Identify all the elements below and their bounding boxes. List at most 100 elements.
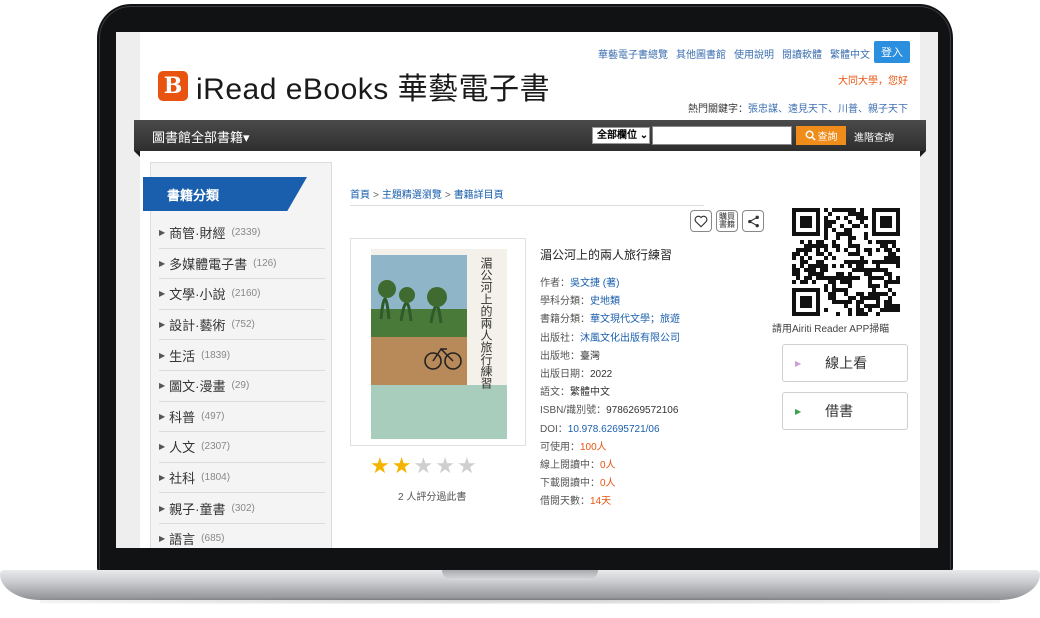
book-cover[interactable]: 湄公河上的兩人旅行練習 [371,249,507,439]
meta-value: 14天 [590,496,612,508]
meta-place: 出版地：臺灣 [540,347,680,365]
category-item[interactable]: ▶ 多媒體電子書 (126) [159,249,325,280]
hot-keywords-links[interactable]: 張忠謀、遠見天下、川普、親子天下 [748,104,908,115]
category-name: 科普 [169,409,196,425]
category-sidebar: 書籍分類 ▶ 商管·財經 (2339) ▶ 多媒體電子書 (126) ▶ 文學·小說 (2160… [143,162,332,548]
meta-label: 借閱天數： [540,496,590,508]
meta-loan-days: 借閱天數：14天 [540,492,680,510]
book-metadata: 作者：吳文捷 (著) 學科分類：史地類 書籍分類：華文現代文學；旅遊 出版社：沐… [540,274,680,510]
favorite-button[interactable] [690,210,712,232]
rating-count: 2 人評分過此書 [398,492,467,503]
meta-label: 學科分類： [540,296,590,308]
read-online-button[interactable]: ▶ 線上看 [782,344,908,382]
breadcrumb-theme[interactable]: 主題精選瀏覽 [382,190,442,201]
category-item[interactable]: ▶ 人文 (2307) [159,432,325,463]
category-link[interactable]: 華文現代文學；旅遊 [590,314,680,325]
search-button[interactable]: 查詢 [796,126,846,145]
top-link[interactable]: 其他圖書館 [676,46,726,61]
advanced-search-link[interactable]: 進階查詢 [854,129,894,144]
doi-link[interactable]: 10.978.62695721/06 [568,424,660,435]
category-header: 書籍分類 [143,177,307,211]
meta-value: 0人 [600,478,616,490]
meta-label: DOI： [540,423,568,435]
category-item[interactable]: ▶ 設計·藝術 (752) [159,310,325,341]
category-item[interactable]: ▶ 科普 (497) [159,402,325,433]
triangle-right-icon: ▶ [795,358,802,368]
category-count: (29) [231,380,250,392]
meta-value: 繁體中文 [570,387,610,399]
search-input[interactable] [652,126,792,145]
caret-right-icon: ▶ [159,442,166,452]
meta-label: 出版地： [540,350,580,362]
category-count: (685) [201,533,225,545]
category-item[interactable]: ▶ 文學·小說 (2160) [159,279,325,310]
meta-doi: DOI：10.978.62695721/06 [540,420,680,438]
triangle-right-icon: ▶ [795,406,802,416]
caret-right-icon: ▶ [159,320,166,330]
top-link[interactable]: 華藝電子書總覽 [598,46,668,61]
category-name: 文學·小說 [169,287,226,303]
meta-label: 下載閱讀中： [540,478,600,490]
star-icon[interactable]: ★ [392,456,412,478]
meta-value: 100人 [580,441,607,453]
publisher-link[interactable]: 沐風文化出版有限公司 [580,333,680,344]
university-greeting: 大同大學，您好 [838,76,908,87]
meta-label: 出版社： [540,332,580,344]
meta-download: 下載閱讀中：0人 [540,474,680,492]
caret-right-icon: ▶ [159,228,166,238]
breadcrumb-separator: > [444,190,451,201]
cover-title: 湄公河上的兩人旅行練習 [479,257,493,389]
book-actions: 購買 書籍 [690,210,764,232]
site-logo[interactable]: B iRead eBooks 華藝電子書 [158,64,550,108]
search-icon [805,130,816,141]
heart-icon [694,215,708,228]
breadcrumb-current: 書籍詳目頁 [453,190,504,201]
borrow-button[interactable]: ▶ 借書 [782,392,908,430]
category-name: 語言 [169,532,196,548]
caret-right-icon: ▶ [159,350,166,360]
subject-link[interactable]: 史地類 [590,296,620,307]
laptop-screen: B iRead eBooks 華藝電子書 華藝電子書總覽 其他圖書館 使用說明 閱讀軟… [116,32,938,548]
book-cover-frame: 湄公河上的兩人旅行練習 [350,238,526,446]
category-item[interactable]: ▶ 生活 (1839) [159,340,325,371]
meta-label: 書籍分類： [540,314,590,326]
caret-right-icon: ▶ [159,534,166,544]
category-count: (1839) [201,349,231,361]
category-count: (497) [201,410,225,422]
share-button[interactable] [742,210,764,232]
category-item[interactable]: ▶ 語言 (685) [159,524,325,548]
hot-keywords-label: 熱門關鍵字： [688,104,748,115]
meta-label: 作者： [540,278,570,289]
buy-book-button[interactable]: 購買 書籍 [716,210,738,232]
star-icon[interactable]: ★ [413,456,433,478]
meta-label: 線上閱讀中： [540,459,600,471]
caret-right-icon: ▶ [159,258,166,268]
caret-right-icon: ▶ [159,503,166,513]
category-name: 多媒體電子書 [169,256,248,272]
star-icon[interactable]: ★ [435,456,455,478]
star-icon[interactable]: ★ [457,456,477,478]
star-rating[interactable]: ★ ★ ★ ★ ★ [370,456,477,478]
login-button[interactable]: 登入 [874,41,910,63]
caret-right-icon: ▶ [159,473,166,483]
nav-bar: 圖書館全部書籍▾ 全部欄位 ⌄ 查詢 進階查詢 [134,120,926,157]
chevron-down-icon: ⌄ [639,130,649,141]
category-item[interactable]: ▶ 圖文·漫畫 (29) [159,371,325,402]
category-item[interactable]: ▶ 親子·童書 (302) [159,493,325,524]
star-icon[interactable]: ★ [370,456,390,478]
top-link[interactable]: 繁體中文 [830,46,870,61]
all-books-menu[interactable]: 圖書館全部書籍▾ [152,127,250,146]
caret-right-icon: ▶ [159,381,166,391]
category-item[interactable]: ▶ 社科 (1804) [159,463,325,494]
caret-right-icon: ▶ [159,411,166,421]
top-link[interactable]: 使用說明 [734,46,774,61]
top-link[interactable]: 閱讀軟體 [782,46,822,61]
top-links: 華藝電子書總覽 其他圖書館 使用說明 閱讀軟體 繁體中文 [598,46,870,61]
category-item[interactable]: ▶ 商管·財經 (2339) [159,218,325,249]
field-select[interactable]: 全部欄位 ⌄ [592,127,650,144]
author-link[interactable]: 吳文捷 (著) [570,278,619,289]
laptop-notch [442,570,598,580]
breadcrumb-home[interactable]: 首頁 [350,190,370,201]
category-count: (126) [253,257,277,269]
meta-value: 臺灣 [580,350,600,362]
